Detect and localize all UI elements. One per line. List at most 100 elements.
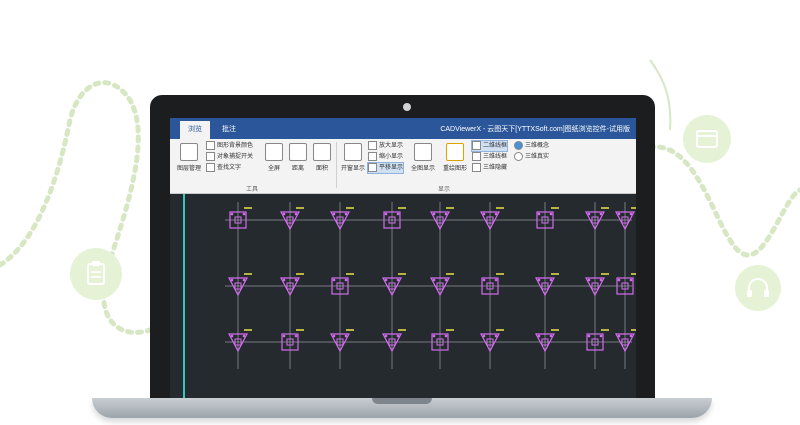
pan-label: 平移显示 [379, 165, 404, 172]
cad-anchor-dot [396, 278, 400, 282]
cad-anchor-dot [332, 212, 336, 216]
snap-icon [206, 152, 215, 161]
clipboard-icon [70, 248, 122, 300]
cad-anchor-dot [242, 334, 246, 338]
zoom-extents-button[interactable]: 全图显示 [408, 143, 438, 172]
snap-toggle-label: 对象捕捉开关 [217, 154, 254, 161]
cad-anchor-dot [617, 278, 621, 282]
ruler-icon [289, 143, 307, 161]
cad-anchor-dot [282, 278, 286, 282]
snap-toggle-button[interactable]: 对象捕捉开关 [206, 152, 253, 162]
cad-anchor-dot [537, 334, 541, 338]
cad-anchor-dot [432, 334, 436, 338]
cad-anchor-dot [242, 278, 246, 282]
cad-anchor-dot [230, 334, 234, 338]
cad-canvas[interactable] [170, 194, 636, 398]
wireframe-2d-button[interactable]: 二维线框 [470, 140, 509, 152]
cad-anchor-dot [617, 212, 621, 216]
group-separator [336, 142, 337, 188]
cad-anchor-dot [549, 334, 553, 338]
hidden-3d-icon [472, 163, 481, 172]
layers-icon [180, 143, 198, 161]
display-group-label: 显示 [438, 187, 451, 193]
cad-anchor-dot [599, 212, 603, 216]
wireframe-3d-icon [472, 152, 481, 161]
distance-label: 距离 [291, 166, 304, 172]
pan-button[interactable]: 平移显示 [366, 162, 405, 174]
realistic-3d-button[interactable]: 三维真实 [514, 152, 549, 162]
cad-anchor-dot [230, 212, 234, 216]
fullscreen-label: 全屏 [267, 166, 280, 172]
wireframe-2d-icon [472, 141, 481, 150]
wireframe-2d-label: 二维线框 [483, 143, 508, 150]
cad-anchor-dot [599, 334, 603, 338]
app-screen: 浏览 批注 CADViewerX - 云图天下[YTTXSoft.com]图纸浏… [170, 118, 636, 398]
cad-anchor-dot [444, 278, 448, 282]
cad-anchor-dot [629, 334, 633, 338]
distance-button[interactable]: 距离 [286, 143, 310, 172]
cad-anchor-dot [344, 334, 348, 338]
find-text-label: 查找文字 [217, 165, 242, 172]
cad-anchor-dot [230, 278, 234, 282]
hidden-3d-label: 三维隐藏 [483, 165, 508, 172]
cad-anchor-dot [444, 334, 448, 338]
app-title: CADViewerX - 云图天下[YTTXSoft.com]图纸浏览控件-试用… [440, 126, 630, 133]
headset-icon [735, 265, 781, 311]
layer-manage-button[interactable]: 图层管理 [174, 143, 204, 172]
cad-anchor-dot [332, 334, 336, 338]
cad-anchor-dot [282, 334, 286, 338]
cad-anchor-dot [444, 212, 448, 216]
fullscreen-button[interactable]: 全屏 [262, 143, 286, 172]
cad-anchor-dot [482, 278, 486, 282]
cad-anchor-dot [294, 212, 298, 216]
cad-anchor-dot [432, 278, 436, 282]
area-button[interactable]: 面积 [310, 143, 334, 172]
bg-color-button[interactable]: 图形背景颜色 [206, 141, 253, 151]
find-text-button[interactable]: 查找文字 [206, 163, 241, 173]
cad-anchor-dot [294, 278, 298, 282]
magnifier-icon [344, 143, 362, 161]
lightning-icon [446, 143, 464, 161]
palette-icon [206, 141, 215, 150]
cad-anchor-dot [549, 278, 553, 282]
webcam [403, 103, 411, 111]
zoom-in-icon [368, 141, 377, 150]
zoom-in-button[interactable]: 放大显示 [368, 141, 403, 151]
area-icon [313, 143, 331, 161]
title-bar: 浏览 批注 CADViewerX - 云图天下[YTTXSoft.com]图纸浏… [170, 118, 636, 139]
cad-anchor-dot [494, 334, 498, 338]
laptop-notch [372, 398, 432, 404]
cad-anchor-dot [396, 212, 400, 216]
ribbon: 图层管理 图形背景颜色 对象捕捉开关 查找文字 全屏 距离 面积 工具 开窗显示… [170, 139, 636, 194]
tools-group-label: 工具 [246, 187, 259, 193]
cad-anchor-dot [629, 278, 633, 282]
cad-anchor-dot [587, 278, 591, 282]
cad-anchor-dot [242, 212, 246, 216]
wireframe-3d-button[interactable]: 三维线框 [472, 152, 507, 162]
hidden-3d-button[interactable]: 三维隐藏 [472, 163, 507, 173]
wireframe-3d-label: 三维线框 [483, 154, 508, 161]
cad-anchor-dot [432, 212, 436, 216]
cad-anchor-dot [482, 334, 486, 338]
cad-anchor-dot [344, 212, 348, 216]
cad-anchor-dot [617, 334, 621, 338]
cad-anchor-dot [537, 212, 541, 216]
realistic-sphere-icon [514, 152, 523, 161]
redraw-button[interactable]: 重绘图形 [440, 143, 470, 172]
find-text-icon [206, 163, 215, 172]
cad-drawing [183, 194, 636, 398]
concept-3d-button[interactable]: 三维概念 [514, 141, 549, 151]
zoom-in-label: 放大显示 [379, 143, 404, 150]
cad-anchor-dot [494, 212, 498, 216]
cad-anchor-dot [384, 334, 388, 338]
window-zoom-button[interactable]: 开窗显示 [338, 143, 368, 172]
zoom-out-button[interactable]: 缩小显示 [368, 152, 403, 162]
tab-annotate[interactable]: 批注 [214, 121, 244, 139]
area-label: 面积 [315, 166, 328, 172]
cad-anchor-dot [384, 278, 388, 282]
cad-anchor-dot [587, 212, 591, 216]
cad-anchor-dot [384, 212, 388, 216]
tab-browse[interactable]: 浏览 [180, 121, 210, 139]
browser-window-icon [683, 115, 731, 163]
bg-color-label: 图形背景颜色 [217, 143, 254, 150]
